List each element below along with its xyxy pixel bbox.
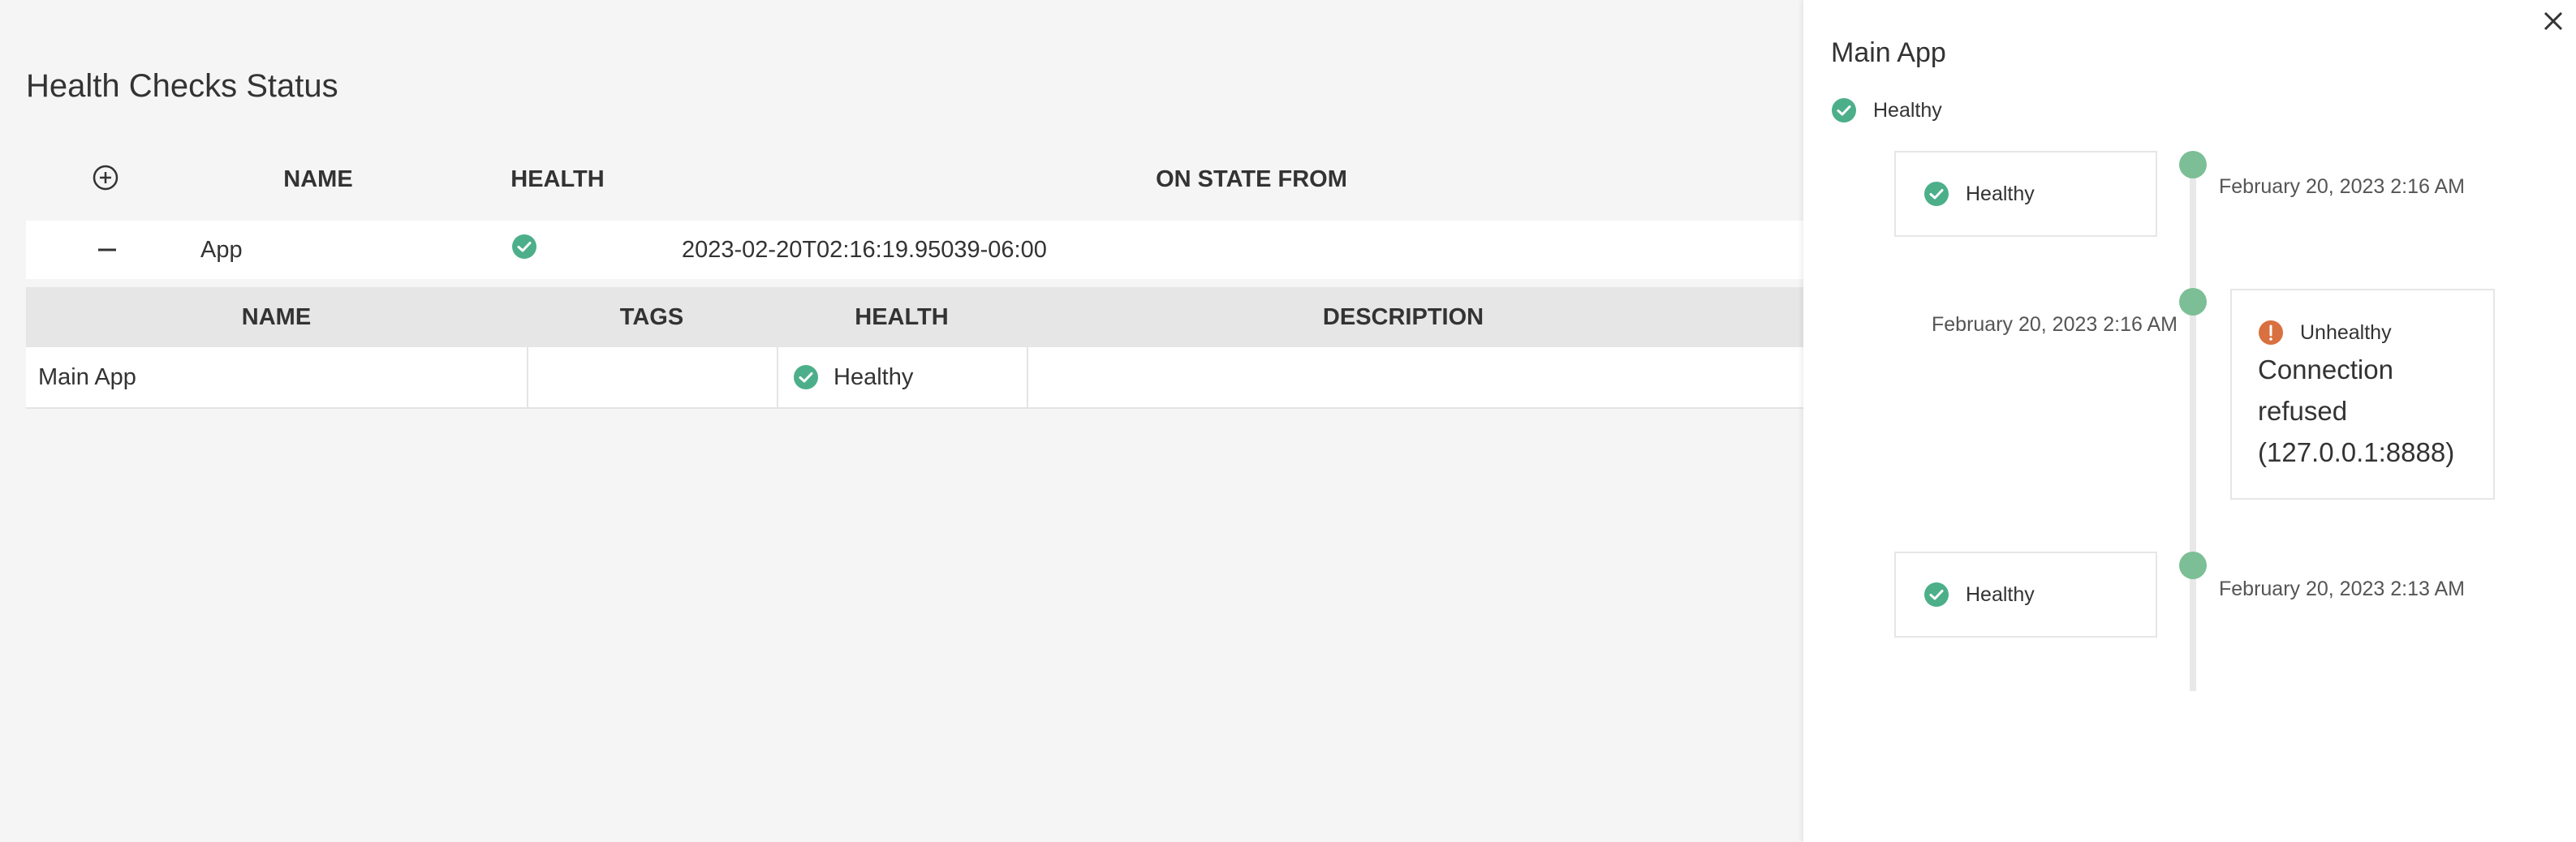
timeline-dot <box>2179 288 2207 316</box>
timeline-card: Healthy <box>1894 552 2157 638</box>
check-circle-icon <box>793 364 819 390</box>
inner-header-health[interactable]: HEALTH <box>777 287 1027 347</box>
timeline-timestamp: February 20, 2023 2:16 AM <box>2219 175 2465 198</box>
inner-header-name[interactable]: NAME <box>26 287 527 347</box>
cell-tags <box>528 347 778 407</box>
timeline-status: Unhealthy <box>2300 321 2392 344</box>
cell-health-text: Healthy <box>834 364 914 390</box>
cell-name-text: Main App <box>38 364 136 390</box>
timeline-timestamp: February 20, 2023 2:13 AM <box>2219 578 2465 600</box>
inner-table-header: NAME TAGS HEALTH DESCRIPTION <box>26 287 1811 347</box>
timeline-message: Connection refused (127.0.0.1:8888) <box>2258 354 2455 467</box>
details-drawer: Main App Healthy Healthy February 20, 20… <box>1803 0 2576 842</box>
inner-header-description[interactable]: DESCRIPTION <box>1027 287 1780 347</box>
inner-header-tags[interactable]: TAGS <box>527 287 777 347</box>
timeline-dot <box>2179 552 2207 579</box>
timeline-card: Unhealthy Connection refused (127.0.0.1:… <box>2230 289 2495 500</box>
timeline-card: Healthy <box>1894 151 2157 237</box>
exclamation-circle-icon <box>2258 320 2284 350</box>
page-title: Health Checks Status <box>26 68 338 104</box>
drawer-status-label: Healthy <box>1873 99 1942 122</box>
timeline-dot <box>2179 151 2207 178</box>
check-circle-icon <box>1923 181 1949 211</box>
timeline-timestamp: February 20, 2023 2:16 AM <box>1932 313 2178 336</box>
cell-name: Main App <box>26 347 528 407</box>
header-on-state-from[interactable]: ON STATE FROM <box>1040 159 1462 200</box>
outer-table-header: NAME HEALTH ON STATE FROM <box>26 159 1787 200</box>
row-on-state-from: 2023-02-20T02:16:19.95039-06:00 <box>682 237 1047 263</box>
drawer-title: Main App <box>1831 37 1946 68</box>
table-row-app[interactable]: App 2023-02-20T02:16:19.95039-06:00 <box>26 221 1811 279</box>
check-circle-icon <box>1923 582 1949 612</box>
minus-icon[interactable] <box>97 238 118 262</box>
check-circle-icon <box>1831 97 1857 127</box>
check-circle-icon <box>511 234 537 260</box>
timeline-status: Healthy <box>1966 583 2035 606</box>
timeline-status: Healthy <box>1966 183 2035 205</box>
header-health[interactable]: HEALTH <box>464 159 651 200</box>
close-icon[interactable] <box>2539 6 2568 36</box>
cell-health: Healthy <box>778 347 1028 407</box>
row-name: App <box>200 237 243 263</box>
header-name[interactable]: NAME <box>245 159 391 200</box>
table-row-main-app[interactable]: Main App Healthy <box>26 347 1811 409</box>
timeline-line <box>2190 162 2196 691</box>
cell-description <box>1028 347 1808 407</box>
